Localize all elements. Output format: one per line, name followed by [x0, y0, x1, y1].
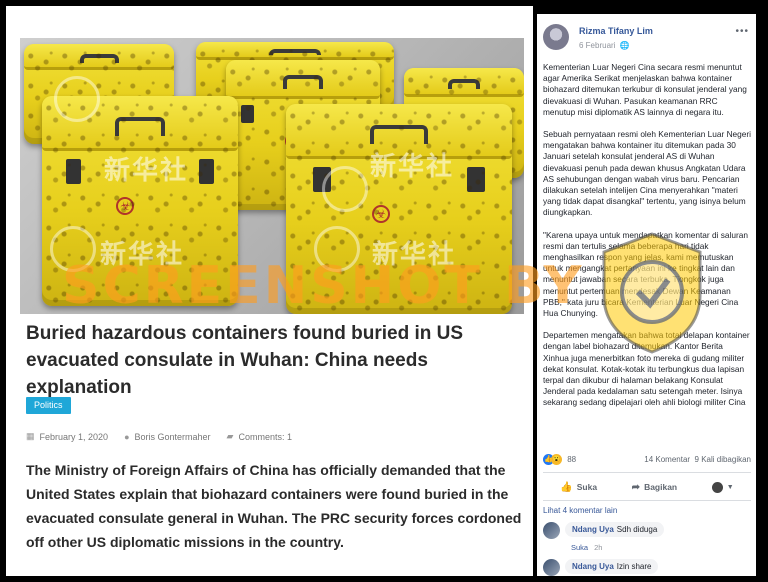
commenter-avatar[interactable] — [543, 522, 560, 539]
xinhua-logo-watermark — [322, 166, 368, 212]
share-arrow-icon: ➦ — [631, 481, 641, 493]
audience-selector[interactable]: ▼ — [711, 481, 734, 493]
facebook-post: Rizma Tifany Lim 6 Februari 🌐 ••• Kemente… — [537, 14, 756, 576]
comment-like-link[interactable]: Suka — [571, 543, 588, 552]
comment-bubble: Ndang Uya Izin share — [565, 559, 659, 574]
article-screenshot: ☣ ☣ ☣ 新华社 新华社 新华社 新华社 Buried hazardous c… — [6, 6, 533, 576]
photo-watermark: 新华社 — [370, 152, 455, 182]
divider — [543, 472, 751, 473]
like-button[interactable]: 👍 Suka — [560, 482, 597, 493]
user-icon: ● — [124, 431, 130, 442]
share-count[interactable]: 9 Kali dibagikan — [695, 455, 751, 464]
article-headline[interactable]: Buried hazardous containers found buried… — [26, 320, 516, 401]
xinhua-logo-watermark — [54, 76, 100, 122]
xinhua-logo-watermark — [314, 226, 360, 272]
container-image: ☣ — [42, 96, 238, 306]
ellipsis-icon[interactable]: ••• — [735, 26, 749, 37]
article-photo: ☣ ☣ ☣ 新华社 新华社 新华社 新华社 — [20, 38, 524, 314]
view-more-comments-link[interactable]: Lihat 4 komentar lain — [543, 506, 617, 515]
share-button-label: Bagikan — [644, 482, 678, 492]
article-date: February 1, 2020 — [39, 431, 109, 442]
post-text: Kementerian Luar Negeri Cina secara resm… — [543, 62, 751, 420]
post-actions: 👍 Suka ➦ Bagikan ▼ — [543, 476, 751, 498]
commenter-name[interactable]: Ndang Uya — [572, 525, 614, 534]
divider — [543, 500, 751, 501]
photo-watermark: 新华社 — [100, 240, 185, 270]
category-tag[interactable]: Politics — [26, 397, 71, 414]
post-paragraph: Kementerian Luar Negeri Cina secara resm… — [543, 62, 747, 117]
article-lead: The Ministry of Foreign Affairs of China… — [26, 462, 522, 550]
post-paragraph: "Karena upaya untuk mendapatkan komentar… — [543, 229, 748, 319]
article-author[interactable]: Boris Gontermaher — [135, 432, 211, 442]
share-button[interactable]: ➦ Bagikan — [632, 482, 677, 493]
caret-down-icon: ▼ — [726, 483, 734, 491]
commenter-avatar[interactable] — [543, 559, 560, 576]
profile-avatar — [711, 481, 723, 493]
post-paragraph: Departemen mengatakan bahwa total delapa… — [543, 330, 750, 408]
comment-bubble: Ndang Uya Sdh diduga — [565, 522, 665, 537]
photo-watermark: 新华社 — [104, 156, 189, 186]
globe-icon: 🌐 — [619, 41, 630, 50]
like-button-label: Suka — [576, 482, 598, 492]
avatar[interactable] — [543, 24, 569, 50]
photo-watermark: 新华社 — [372, 240, 457, 270]
comment-count[interactable]: 14 Komentar — [644, 455, 690, 464]
thumbs-up-icon: 👍 — [560, 481, 573, 493]
calendar-icon: ▦ — [26, 431, 35, 441]
comment-text: Sdh diduga — [616, 525, 658, 534]
wow-reaction-icon[interactable]: 😮 — [551, 454, 562, 465]
post-date[interactable]: 6 Februari — [579, 41, 615, 50]
post-header: Rizma Tifany Lim 6 Februari 🌐 ••• — [543, 22, 753, 58]
xinhua-logo-watermark — [50, 226, 96, 272]
comment-text: Izin share — [616, 562, 652, 571]
post-author[interactable]: Rizma Tifany Lim — [579, 26, 653, 36]
comment-time[interactable]: 2h — [594, 543, 602, 552]
reaction-bar: 👍😮 88 14 Komentar 9 Kali dibagikan — [543, 454, 751, 468]
reaction-count[interactable]: 88 — [567, 455, 576, 464]
comment-icon: ▰ — [226, 431, 234, 441]
article-meta: ▦ February 1, 2020 ● Boris Gontermaher ▰ Co… — [26, 431, 506, 442]
post-paragraph: Sebuah pernyataan resmi oleh Kementerian… — [543, 129, 752, 218]
commenter-name[interactable]: Ndang Uya — [572, 562, 614, 571]
article-comments[interactable]: Comments: 1 — [238, 432, 292, 442]
container-image: ☣ — [286, 104, 512, 314]
